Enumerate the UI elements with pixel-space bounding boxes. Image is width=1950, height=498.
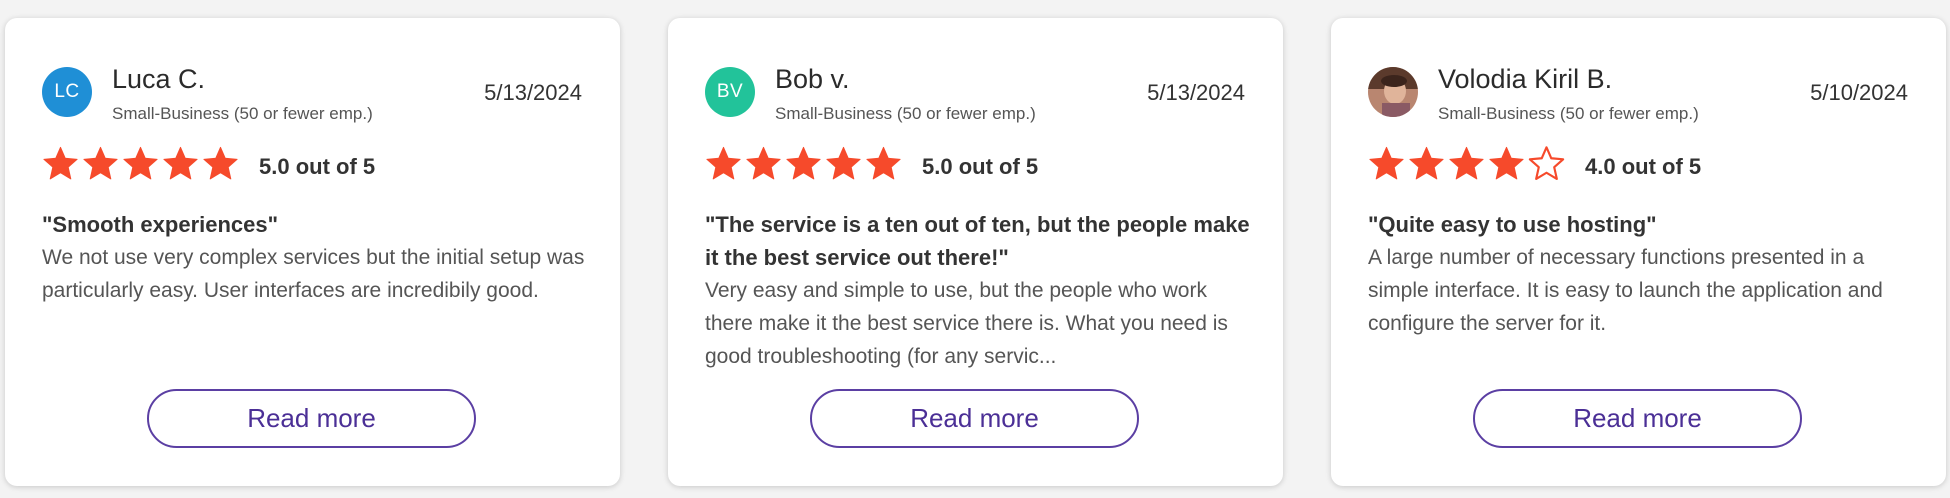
read-more-button[interactable]: Read more	[1473, 389, 1802, 448]
read-more-button[interactable]: Read more	[810, 389, 1139, 448]
star-rating	[1368, 145, 1565, 182]
star-filled-icon	[1449, 146, 1484, 180]
star-filled-icon	[746, 146, 781, 180]
avatar: LC	[42, 67, 92, 117]
star-rating	[42, 145, 239, 182]
review-card: Volodia Kiril B. Small-Business (50 or f…	[1331, 18, 1946, 486]
star-filled-icon	[43, 146, 78, 180]
review-body: "Quite easy to use hosting" A large numb…	[1368, 208, 1916, 340]
star-filled-icon	[123, 146, 158, 180]
rating-text: 5.0 out of 5	[922, 154, 1039, 179]
star-filled-icon	[203, 146, 238, 180]
read-more-button[interactable]: Read more	[147, 389, 476, 448]
star-rating	[705, 145, 902, 182]
review-text: We not use very complex services but the…	[42, 246, 585, 302]
review-date: 5/10/2024	[1810, 80, 1908, 105]
review-card: LC Luca C. Small-Business (50 or fewer e…	[5, 18, 620, 486]
reviewer-segment: Small-Business (50 or fewer emp.)	[112, 104, 373, 123]
avatar: BV	[705, 67, 755, 117]
star-filled-icon	[1409, 146, 1444, 180]
star-empty-icon	[1528, 146, 1565, 180]
reviewer-segment: Small-Business (50 or fewer emp.)	[1438, 104, 1699, 123]
star-filled-icon	[786, 146, 821, 180]
star-filled-icon	[1369, 146, 1404, 180]
review-title: "Quite easy to use hosting"	[1368, 212, 1657, 237]
reviewer-segment: Small-Business (50 or fewer emp.)	[775, 104, 1036, 123]
review-body: "Smooth experiences" We not use very com…	[42, 208, 590, 307]
review-text: A large number of necessary functions pr…	[1368, 246, 1883, 335]
reviewer-name: Luca C.	[112, 64, 206, 94]
rating-text: 5.0 out of 5	[259, 154, 376, 179]
reviewer-name: Volodia Kiril B.	[1438, 64, 1613, 94]
star-filled-icon	[866, 146, 901, 180]
review-body: "The service is a ten out of ten, but th…	[705, 208, 1253, 373]
star-filled-icon	[826, 146, 861, 180]
star-filled-icon	[706, 146, 741, 180]
reviewer-name: Bob v.	[775, 64, 850, 94]
review-title: "The service is a ten out of ten, but th…	[705, 212, 1250, 270]
rating-text: 4.0 out of 5	[1585, 154, 1702, 179]
star-filled-icon	[163, 146, 198, 180]
review-card: BV Bob v. Small-Business (50 or fewer em…	[668, 18, 1283, 486]
review-date: 5/13/2024	[484, 80, 582, 105]
star-filled-icon	[1489, 146, 1524, 180]
star-filled-icon	[83, 146, 118, 180]
review-title: "Smooth experiences"	[42, 212, 279, 237]
user-photo-icon	[1368, 67, 1418, 117]
review-text: Very easy and simple to use, but the peo…	[705, 279, 1228, 368]
review-date: 5/13/2024	[1147, 80, 1245, 105]
reviews-row: LC Luca C. Small-Business (50 or fewer e…	[0, 0, 1950, 498]
